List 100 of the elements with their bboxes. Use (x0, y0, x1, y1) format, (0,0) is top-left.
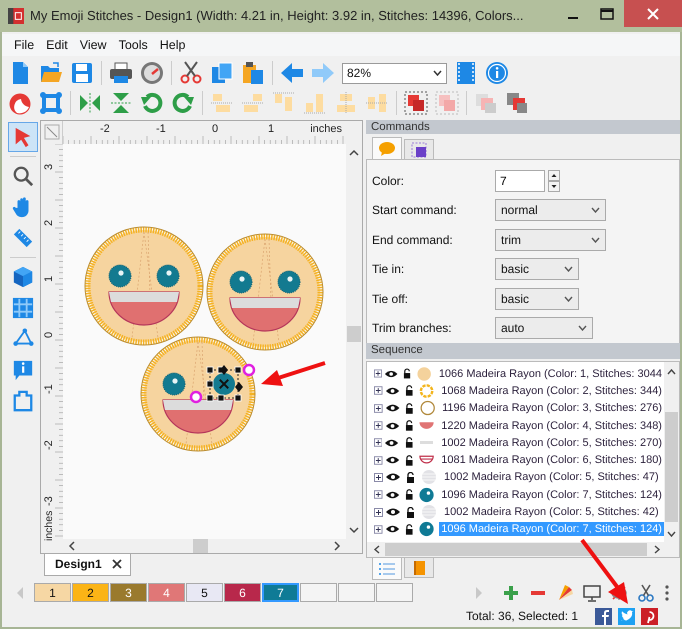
sequence-item[interactable]: 1002 Madeira Rayon (Color: 5, Stitches: 270) (439, 436, 664, 450)
dropdown[interactable]: normal (495, 199, 606, 222)
rotate-handle[interactable] (190, 390, 202, 404)
paste-icon[interactable] (241, 61, 265, 85)
sequence-item[interactable]: 1068 Madeira Rayon (Color: 2, Stitches: 344) (439, 384, 664, 398)
eye-icon[interactable] (385, 472, 401, 482)
scroll-thumb[interactable] (385, 543, 647, 556)
menu-item[interactable]: View (74, 38, 113, 52)
gauge-icon[interactable] (140, 61, 164, 85)
scroll-thumb[interactable] (193, 539, 208, 553)
color-swatch[interactable]: 1 (34, 583, 71, 602)
lock-icon[interactable] (404, 524, 414, 535)
zoom-dropdown[interactable]: 82% (342, 62, 447, 84)
maximize-icon[interactable] (600, 8, 614, 20)
expand-icon[interactable] (374, 421, 382, 430)
color-swatch[interactable]: 7 (262, 583, 299, 602)
scissors-icon[interactable] (179, 61, 203, 85)
eye-icon[interactable] (384, 420, 400, 431)
lock-icon[interactable] (403, 368, 412, 380)
selection-handles[interactable] (206, 365, 243, 402)
document-tab[interactable]: Design1 (44, 554, 131, 576)
color-fan-icon[interactable] (556, 584, 574, 602)
monitor-icon[interactable] (583, 584, 601, 602)
dropdown[interactable]: auto (495, 317, 593, 340)
color-swatch[interactable]: 5 (186, 583, 223, 602)
color-swatch[interactable]: 3 (110, 583, 147, 602)
tab[interactable] (404, 139, 434, 159)
expand-icon[interactable] (374, 456, 382, 465)
plus-icon[interactable] (502, 584, 520, 602)
sequence-item[interactable]: 1096 Madeira Rayon (Color: 7, Stitches: 124) (439, 488, 664, 502)
rotate-right-icon[interactable] (171, 91, 195, 115)
close-icon[interactable] (112, 559, 122, 569)
more-icon[interactable] (664, 584, 670, 602)
rotate-handle[interactable] (242, 364, 256, 376)
eye-icon[interactable] (385, 507, 401, 518)
lock-icon[interactable] (404, 454, 414, 466)
copy-icon[interactable] (210, 61, 234, 85)
print-icon[interactable] (109, 61, 133, 85)
sequence-item[interactable]: 1002 Madeira Rayon (Color: 5, Stitches: 47) (442, 470, 664, 484)
sequence-item[interactable]: 1196 Madeira Rayon (Color: 3, Stitches: 276) (440, 401, 664, 416)
color-input[interactable]: 7 (495, 170, 545, 192)
sequence-item[interactable]: 1066 Madeira Rayon (Color: 1, Stitches: 3044 (436, 366, 664, 381)
social-icon[interactable] (595, 608, 612, 624)
scissors-icon[interactable] (637, 584, 655, 602)
expand-icon[interactable] (374, 386, 382, 396)
lock-icon[interactable] (406, 506, 415, 518)
sequence-item[interactable]: 1220 Madeira Rayon (Color: 4, Stitches: 348) (439, 418, 664, 433)
save-icon[interactable] (70, 61, 94, 85)
sequence-item[interactable]: 1081 Madeira Rayon (Color: 6, Stitches: 180) (439, 453, 664, 468)
group-icon[interactable] (404, 91, 428, 115)
open-folder-icon[interactable] (39, 61, 63, 85)
social-icon[interactable] (618, 608, 635, 624)
expand-icon[interactable] (374, 404, 383, 413)
vertical-scrollbar[interactable] (664, 362, 679, 542)
eye-icon[interactable] (384, 403, 400, 414)
color-swatch[interactable] (300, 583, 337, 602)
expand-icon[interactable] (374, 472, 383, 482)
scroll-thumb[interactable] (347, 326, 361, 342)
color-swatch[interactable] (338, 583, 375, 602)
tab[interactable] (404, 558, 434, 578)
expand-icon[interactable] (374, 490, 382, 500)
color-swatch[interactable] (376, 583, 413, 602)
film-strip-icon[interactable] (454, 61, 478, 85)
menu-item[interactable]: Edit (40, 38, 74, 52)
eye-icon[interactable] (384, 455, 400, 466)
eye-icon[interactable] (384, 368, 398, 379)
color-swatch[interactable]: 2 (72, 583, 109, 602)
info-icon[interactable] (485, 61, 509, 85)
social-icon[interactable] (641, 608, 658, 624)
lock-icon[interactable] (406, 472, 415, 483)
overlap-icon[interactable] (505, 91, 529, 115)
flip-vertical-icon[interactable] (109, 91, 133, 115)
lock-icon[interactable] (404, 420, 414, 432)
dropdown[interactable]: basic (495, 288, 579, 310)
expand-icon[interactable] (374, 508, 383, 517)
rotate-left-icon[interactable] (140, 91, 164, 115)
menu-item[interactable]: File (8, 38, 40, 52)
dropdown[interactable]: trim (495, 228, 606, 251)
menu-item[interactable]: Help (154, 38, 192, 52)
lock-icon[interactable] (404, 437, 414, 448)
expand-icon[interactable] (374, 369, 382, 378)
lock-icon[interactable] (405, 402, 414, 414)
expand-icon[interactable] (374, 524, 382, 534)
head-icon[interactable] (8, 91, 32, 115)
eye-icon[interactable] (384, 524, 400, 534)
dropdown[interactable]: basic (495, 258, 579, 280)
eye-icon[interactable] (384, 386, 400, 396)
scroll-thumb[interactable] (665, 412, 678, 522)
eye-icon[interactable] (384, 490, 400, 500)
close-button[interactable] (624, 0, 682, 27)
eye-icon[interactable] (384, 438, 400, 448)
expand-icon[interactable] (374, 438, 382, 448)
sequence-item[interactable]: 1002 Madeira Rayon (Color: 5, Stitches: 42) (442, 505, 664, 520)
lock-icon[interactable] (404, 385, 414, 396)
arrow-left-icon[interactable] (280, 61, 304, 85)
menu-item[interactable]: Tools (112, 38, 154, 52)
pointer-icon[interactable] (8, 122, 38, 152)
color-swatch[interactable]: 6 (224, 583, 261, 602)
horizontal-scrollbar[interactable] (366, 542, 680, 558)
frame-icon[interactable] (39, 91, 63, 115)
